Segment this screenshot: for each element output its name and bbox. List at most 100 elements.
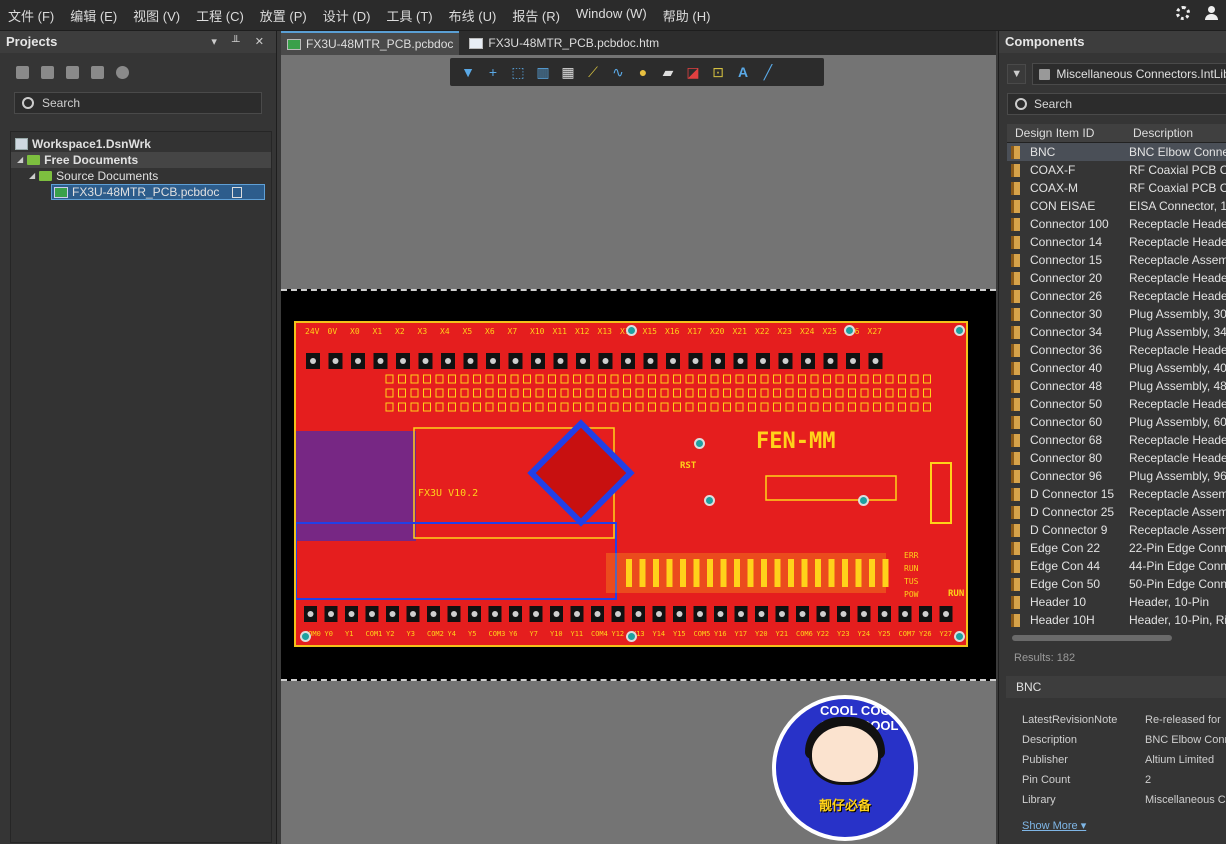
- close-project-icon[interactable]: [91, 66, 104, 79]
- component-icon: [1011, 487, 1020, 501]
- menu-item[interactable]: 设计 (D): [315, 6, 379, 25]
- text-icon[interactable]: A: [735, 64, 751, 80]
- component-row[interactable]: CON EISAE EISA Connector, 18: [1007, 197, 1226, 215]
- component-row[interactable]: COAX-F RF Coaxial PCB Connector: [1007, 161, 1226, 179]
- tree-pcb-file[interactable]: FX3U-48MTR_PCB.pcbdoc: [51, 184, 265, 200]
- align-icon[interactable]: ▥: [535, 64, 551, 80]
- top-terminal-label: X24: [800, 327, 815, 336]
- show-more-link[interactable]: Show More ▾: [1022, 819, 1086, 832]
- tree-source-documents[interactable]: ◢ Source Documents: [11, 168, 271, 184]
- projects-search-input[interactable]: Search: [14, 92, 262, 114]
- tab-htm[interactable]: FX3U-48MTR_PCB.pcbdoc.htm: [463, 31, 665, 55]
- expand-icon[interactable]: ◢: [29, 168, 35, 184]
- component-row[interactable]: Connector 20 Receptacle Header: [1007, 269, 1226, 287]
- component-row[interactable]: Edge Con 50 50-Pin Edge Connector: [1007, 575, 1226, 593]
- component-row[interactable]: BNC BNC Elbow Connector: [1007, 143, 1226, 161]
- menu-item[interactable]: 帮助 (H): [655, 6, 719, 25]
- component-row[interactable]: Connector 100 Receptacle Header: [1007, 215, 1226, 233]
- bottom-terminal-label: COM6: [796, 630, 813, 638]
- component-row[interactable]: Connector 14 Receptacle Header: [1007, 233, 1226, 251]
- bottom-terminal-label: Y10: [550, 630, 563, 638]
- component-row[interactable]: Connector 40 Plug Assembly, 40-: [1007, 359, 1226, 377]
- smd-pad: [735, 374, 744, 384]
- route-icon[interactable]: ⟋: [585, 64, 601, 80]
- open-folder-icon[interactable]: [66, 66, 79, 79]
- menu-item[interactable]: 报告 (R): [504, 6, 568, 25]
- library-select[interactable]: Miscellaneous Connectors.IntLib: [1032, 63, 1226, 85]
- save-icon[interactable]: [16, 66, 29, 79]
- menu-item[interactable]: 编辑 (E): [62, 6, 125, 25]
- user-icon[interactable]: [1204, 6, 1218, 20]
- component-row[interactable]: Header 10H Header, 10-Pin, Right Angle: [1007, 611, 1226, 629]
- horizontal-scrollbar[interactable]: [1012, 635, 1172, 641]
- pcb-board[interactable]: FEN-MM FX3U V10.2 RST RUN 24V 0V X0 X1 X2 X3 X…: [294, 321, 968, 647]
- component-row[interactable]: Connector 80 Receptacle Header: [1007, 449, 1226, 467]
- component-row[interactable]: COAX-M RF Coaxial PCB Connector: [1007, 179, 1226, 197]
- component-row[interactable]: Edge Con 22 22-Pin Edge Connector: [1007, 539, 1226, 557]
- settings-icon[interactable]: [1176, 6, 1190, 20]
- tree-workspace[interactable]: Workspace1.DsnWrk: [11, 136, 271, 152]
- fill-icon[interactable]: ▰: [660, 64, 676, 80]
- panel-controls[interactable]: ▾ ╨ ✕: [211, 31, 270, 53]
- component-row[interactable]: Connector 60 Plug Assembly, 60-: [1007, 413, 1226, 431]
- string-icon[interactable]: ⊡: [710, 64, 726, 80]
- component-row[interactable]: Connector 50 Receptacle Header: [1007, 395, 1226, 413]
- diff-pair-icon[interactable]: ∿: [610, 64, 626, 80]
- component-row[interactable]: Connector 96 Plug Assembly, 96-: [1007, 467, 1226, 485]
- component-row[interactable]: Header 10 Header, 10-Pin: [1007, 593, 1226, 611]
- component-row[interactable]: D Connector 15 Receptacle Assembly: [1007, 485, 1226, 503]
- component-row[interactable]: D Connector 25 Receptacle Assembly: [1007, 503, 1226, 521]
- menu-item[interactable]: 视图 (V): [125, 6, 188, 25]
- menu-item[interactable]: 工程 (C): [188, 6, 252, 25]
- col-description[interactable]: Description: [1125, 124, 1226, 142]
- component-id: D Connector 9: [1030, 523, 1108, 537]
- component-id-cell: D Connector 15: [1007, 485, 1129, 503]
- component-row[interactable]: Edge Con 44 44-Pin Edge Connector: [1007, 557, 1226, 575]
- terminal-screw: [369, 611, 375, 617]
- gear-icon[interactable]: [116, 66, 129, 79]
- component-description: Receptacle Header: [1129, 433, 1226, 447]
- terminal-screw: [377, 358, 384, 364]
- component-id-cell: Edge Con 44: [1007, 557, 1129, 575]
- component-row[interactable]: Connector 26 Receptacle Header: [1007, 287, 1226, 305]
- component-row[interactable]: Connector 15 Receptacle Assembly: [1007, 251, 1226, 269]
- component-row[interactable]: Connector 36 Receptacle Header: [1007, 341, 1226, 359]
- filter-icon[interactable]: ▼: [460, 64, 476, 80]
- menu-item[interactable]: 布线 (U): [441, 6, 505, 25]
- smd-pad: [660, 402, 669, 412]
- via-icon[interactable]: ●: [635, 64, 651, 80]
- component-row[interactable]: Connector 68 Receptacle Header: [1007, 431, 1226, 449]
- menu-item[interactable]: 工具 (T): [378, 6, 440, 25]
- menu-item[interactable]: 放置 (P): [252, 6, 315, 25]
- terminal-screw: [328, 611, 334, 617]
- smd-pad: [548, 388, 556, 398]
- terminal-screw: [400, 358, 406, 364]
- smd-pad: [548, 374, 556, 384]
- component-id: Header 10: [1030, 595, 1087, 609]
- component-row[interactable]: D Connector 9 Receptacle Assembly: [1007, 521, 1226, 539]
- property-row: Pin Count 2: [1022, 770, 1226, 790]
- select-rect-icon[interactable]: ⬚: [510, 64, 526, 80]
- component-icon[interactable]: ▦: [560, 64, 576, 80]
- tree-free-documents[interactable]: ◢ Free Documents: [11, 152, 271, 168]
- keepout-icon[interactable]: ◪: [685, 64, 701, 80]
- expand-icon[interactable]: ◢: [17, 152, 23, 168]
- document-tabs: FX3U-48MTR_PCB.pcbdoc FX3U-48MTR_PCB.pcb…: [281, 31, 996, 55]
- property-value: 2: [1145, 774, 1152, 786]
- col-design-item-id[interactable]: Design Item ID: [1007, 124, 1125, 142]
- component-id: Connector 50: [1030, 397, 1103, 411]
- component-row[interactable]: Connector 48 Plug Assembly, 48-: [1007, 377, 1226, 395]
- save-all-icon[interactable]: [41, 66, 54, 79]
- menu-item[interactable]: Window (W): [568, 6, 655, 25]
- menu-item[interactable]: 文件 (F): [0, 6, 62, 25]
- crosshair-icon[interactable]: +: [485, 64, 501, 80]
- filter-icon[interactable]: ▼: [1007, 64, 1027, 84]
- component-description: 50-Pin Edge Connector: [1129, 577, 1226, 591]
- component-row[interactable]: Connector 34 Plug Assembly, 34-: [1007, 323, 1226, 341]
- component-row[interactable]: Connector 30 Plug Assembly, 30-: [1007, 305, 1226, 323]
- tab-pcbdoc[interactable]: FX3U-48MTR_PCB.pcbdoc: [281, 31, 460, 55]
- html-doc-icon: [469, 37, 484, 49]
- line-icon[interactable]: ╱: [760, 64, 776, 80]
- component-description: Plug Assembly, 60-: [1129, 415, 1226, 429]
- components-search-input[interactable]: Search: [1007, 93, 1226, 115]
